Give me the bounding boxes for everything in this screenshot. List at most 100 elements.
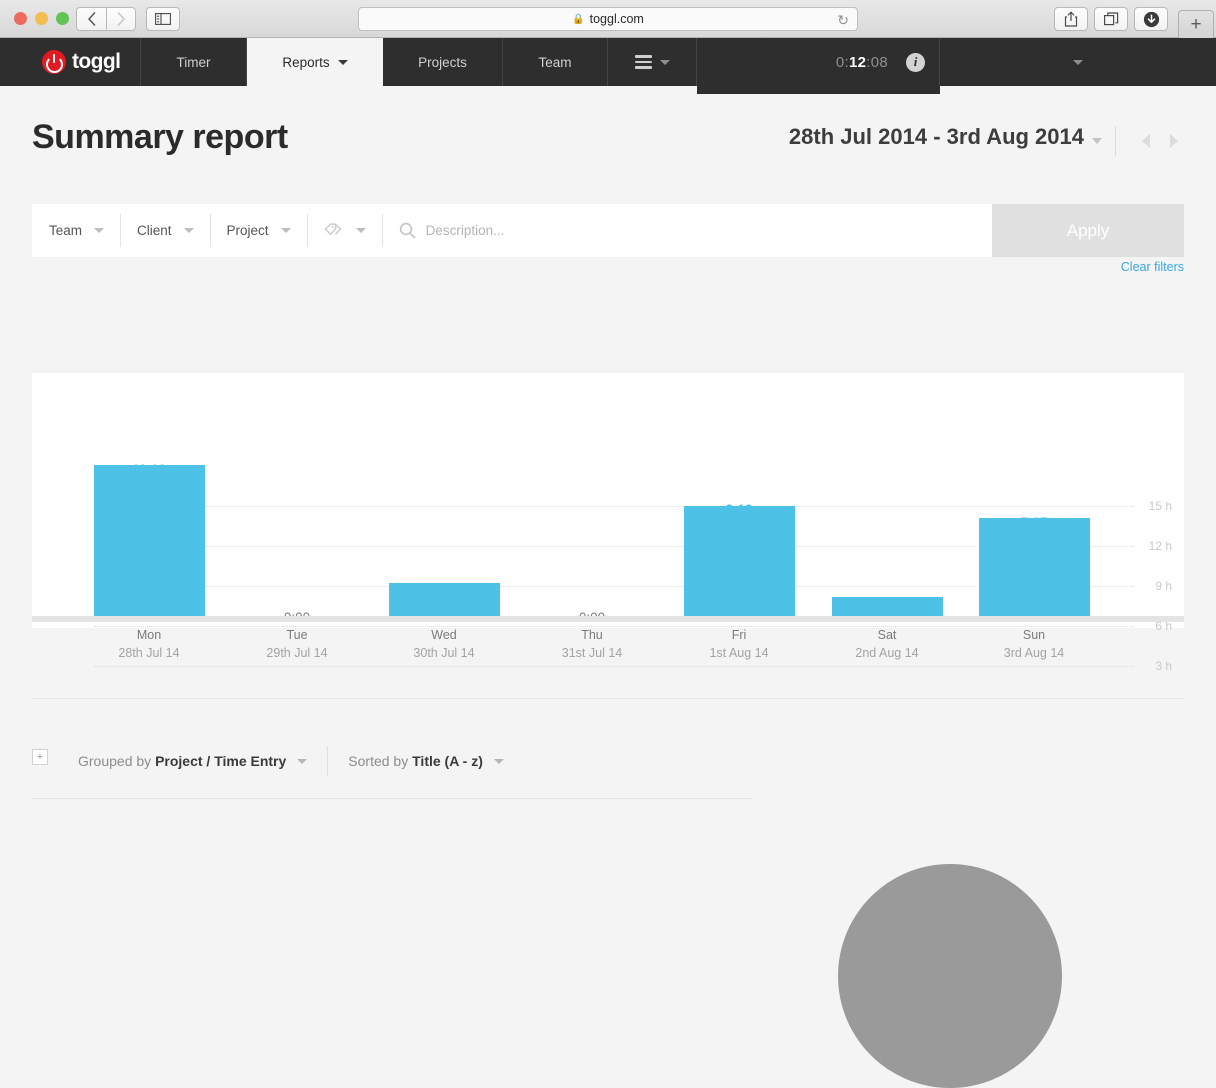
- toggl-logo[interactable]: toggl: [0, 38, 141, 86]
- downloads-icon: [1143, 11, 1160, 28]
- filter-project-label: Project: [227, 223, 269, 238]
- share-button[interactable]: [1054, 7, 1088, 31]
- chevron-down-icon[interactable]: [1092, 138, 1102, 144]
- filter-team[interactable]: Team: [32, 214, 121, 247]
- filter-tags[interactable]: [308, 214, 383, 247]
- xlabel-sat: Sat 2nd Aug 14: [855, 628, 918, 660]
- hamburger-icon: [635, 55, 652, 69]
- chart-x-axis: Mon 28th Jul 14 Tue 29th Jul 14 Wed 30th…: [32, 628, 1184, 684]
- divider: [1115, 126, 1116, 156]
- chevron-left-icon: [87, 12, 96, 26]
- chart-plot-area: 15 h 12 h 9 h 6 h 3 h 11:18 0:00 2:26 0:…: [32, 373, 1184, 622]
- chevron-down-icon: [1073, 60, 1083, 65]
- bar-sun[interactable]: [979, 518, 1090, 616]
- nav-timer-panel-shadow: [697, 86, 940, 94]
- bar-label-fri: 8:12: [725, 502, 752, 517]
- nav-tab-timer-label: Timer: [177, 55, 211, 70]
- xlabel-date: 31st Jul 14: [562, 646, 622, 660]
- sidebar-toggle-icon: [155, 13, 171, 25]
- nav-tab-team[interactable]: Team: [503, 38, 608, 86]
- bar-fri[interactable]: [684, 506, 795, 616]
- grouped-by-label: Grouped by Project / Time Entry: [78, 753, 286, 769]
- xlabel-tue: Tue 29th Jul 14: [266, 628, 327, 660]
- divider: [32, 698, 1184, 699]
- info-icon[interactable]: i: [906, 53, 925, 72]
- page-title: Summary report: [32, 118, 288, 157]
- project-pie-chart: [838, 864, 1062, 1088]
- nav-tab-reports[interactable]: Reports: [247, 38, 383, 86]
- expand-all-button[interactable]: +: [32, 749, 48, 765]
- xlabel-dow: Sat: [855, 628, 918, 642]
- nav-tab-reports-label: Reports: [282, 55, 329, 70]
- nav-user-menu[interactable]: [940, 38, 1216, 86]
- browser-chrome: 🔒 toggl.com ↻ +: [0, 0, 1216, 38]
- nav-tab-timer[interactable]: Timer: [141, 38, 247, 86]
- sorted-by-dropdown[interactable]: Sorted by Title (A - z): [348, 753, 504, 769]
- close-window-button[interactable]: [14, 12, 27, 25]
- xlabel-dow: Sun: [1004, 628, 1064, 642]
- gridline-9h: [94, 586, 1134, 587]
- sidebar-toggle-button[interactable]: [146, 7, 180, 31]
- filter-client-label: Client: [137, 223, 172, 238]
- date-prev-button[interactable]: [1142, 134, 1150, 148]
- divider: [32, 798, 752, 799]
- grouped-by-dropdown[interactable]: Grouped by Project / Time Entry: [78, 753, 307, 769]
- tag-icon: [324, 223, 344, 238]
- reload-icon[interactable]: ↻: [837, 12, 849, 29]
- filter-project[interactable]: Project: [211, 214, 308, 247]
- xlabel-wed: Wed 30th Jul 14: [413, 628, 474, 660]
- forward-button[interactable]: [106, 7, 136, 31]
- minimize-window-button[interactable]: [35, 12, 48, 25]
- date-range-label[interactable]: 28th Jul 2014 - 3rd Aug 2014: [789, 124, 1084, 150]
- xlabel-date: 29th Jul 14: [266, 646, 327, 660]
- toggl-top-nav: toggl Timer Reports Projects Team 0:12:0…: [0, 38, 1216, 86]
- bar-mon[interactable]: [94, 465, 205, 616]
- sorted-by-label: Sorted by Title (A - z): [348, 753, 483, 769]
- apply-button[interactable]: Apply: [992, 204, 1184, 257]
- brand-text: toggl: [72, 50, 120, 74]
- date-next-button[interactable]: [1170, 134, 1178, 148]
- report-page: Summary report 28th Jul 2014 - 3rd Aug 2…: [0, 94, 1216, 820]
- clear-filters-link[interactable]: Clear filters: [1121, 260, 1184, 274]
- xlabel-fri: Fri 1st Aug 14: [709, 628, 768, 660]
- downloads-button[interactable]: [1134, 7, 1168, 31]
- chevron-down-icon: [660, 60, 670, 65]
- xlabel-date: 30th Jul 14: [413, 646, 474, 660]
- chevron-down-icon: [338, 60, 348, 65]
- nav-timer-panel[interactable]: 0:12:08 i: [697, 38, 940, 86]
- show-tabs-button[interactable]: [1094, 7, 1128, 31]
- browser-toolbar-right: [1054, 7, 1168, 31]
- divider: [327, 746, 328, 776]
- back-button[interactable]: [76, 7, 106, 31]
- xlabel-date: 28th Jul 14: [118, 646, 179, 660]
- search-icon: [399, 222, 416, 239]
- maximize-window-button[interactable]: [56, 12, 69, 25]
- lock-icon: 🔒: [572, 14, 584, 25]
- nav-tab-team-label: Team: [538, 55, 571, 70]
- xlabel-thu: Thu 31st Jul 14: [562, 628, 622, 660]
- xlabel-date: 3rd Aug 14: [1004, 646, 1064, 660]
- chevron-down-icon: [94, 228, 104, 233]
- xlabel-dow: Wed: [413, 628, 474, 642]
- nav-tab-projects[interactable]: Projects: [383, 38, 503, 86]
- new-tab-button[interactable]: +: [1178, 10, 1214, 38]
- window-traffic-lights: [14, 12, 69, 25]
- running-timer-readout: 0:12:08: [836, 54, 888, 71]
- filter-client[interactable]: Client: [121, 214, 211, 247]
- xlabel-dow: Mon: [118, 628, 179, 642]
- xlabel-dow: Thu: [562, 628, 622, 642]
- bar-label-wed: 2:26: [430, 582, 457, 597]
- filter-team-label: Team: [49, 223, 82, 238]
- nav-more-menu[interactable]: [608, 38, 697, 86]
- bar-label-sun: 7:17: [1020, 515, 1047, 530]
- filter-bar: Team Client Project: [32, 204, 1184, 257]
- xlabel-sun: Sun 3rd Aug 14: [1004, 628, 1064, 660]
- ytick-15h: 15 h: [1149, 499, 1172, 513]
- nav-tab-projects-label: Projects: [418, 55, 467, 70]
- gridline-6h: [94, 626, 1134, 627]
- share-icon: [1064, 11, 1078, 27]
- ytick-12h: 12 h: [1149, 539, 1172, 553]
- toggl-power-icon: [42, 50, 66, 74]
- search-input[interactable]: [426, 223, 806, 238]
- url-bar[interactable]: 🔒 toggl.com ↻: [358, 7, 858, 31]
